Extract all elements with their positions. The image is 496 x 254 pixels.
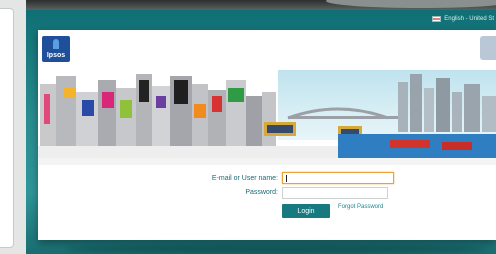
- app-badge-icon: [480, 36, 496, 60]
- login-page: English - United St Ipsos E-mail or User…: [26, 10, 496, 254]
- device-top-bezel: [26, 0, 496, 10]
- email-field[interactable]: [282, 172, 394, 184]
- password-label: Password:: [245, 189, 278, 196]
- text-cursor: [286, 175, 287, 182]
- city-banner-illustration: [38, 70, 496, 165]
- login-card: Ipsos E-mail or User name: Password: Log…: [38, 30, 496, 240]
- login-button[interactable]: Login: [282, 204, 330, 218]
- card-shadow: [66, 244, 486, 254]
- forgot-password-link[interactable]: Forgot Password: [338, 204, 383, 210]
- bezel-highlight: [326, 0, 496, 8]
- email-label: E-mail or User name:: [211, 175, 278, 182]
- ipsos-logo: Ipsos: [42, 36, 70, 62]
- flag-icon: [432, 16, 442, 22]
- left-window-strip: [0, 0, 26, 254]
- logo-mark-icon: [53, 39, 59, 49]
- language-label: English - United St: [444, 16, 494, 22]
- language-selector[interactable]: English - United St: [432, 12, 494, 26]
- side-panel: [0, 8, 14, 248]
- city-skyline-illustration: [38, 70, 496, 165]
- password-field[interactable]: [282, 187, 388, 199]
- logo-text: Ipsos: [46, 52, 66, 59]
